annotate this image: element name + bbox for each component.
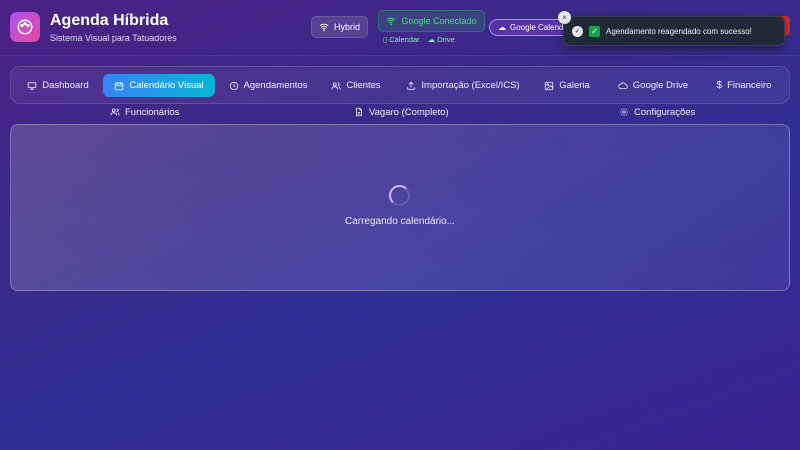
tab-clientes[interactable]: Clientes (327, 74, 385, 97)
hybrid-mode-button[interactable]: Hybrid (311, 16, 368, 38)
hybrid-mode-label: Hybrid (333, 22, 360, 32)
calendar-link-label: Calendar (389, 35, 420, 44)
clock-icon (229, 81, 238, 90)
monitor-icon (28, 81, 37, 90)
tab-label: Financeiro (727, 80, 772, 91)
tab-dashboard[interactable]: Dashboard (23, 74, 93, 97)
tab-label: Galeria (559, 80, 590, 91)
wifi-icon (319, 23, 329, 32)
users-icon (110, 108, 120, 116)
tab-google-drive[interactable]: Google Drive (613, 74, 693, 97)
dollar-icon: $ (716, 80, 723, 91)
check-circle-icon: ✓ (572, 25, 583, 37)
calendar-link[interactable]: ▯ Calendar (383, 35, 420, 44)
drive-link-label: Drive (437, 35, 455, 44)
calendar-panel (10, 124, 790, 291)
wifi-icon (387, 17, 396, 26)
tab-label: Clientes (346, 80, 381, 91)
tab-label: Calendário Visual (129, 80, 204, 91)
tab-importacao[interactable]: Importação (Excel/ICS) (403, 74, 523, 97)
users-icon (331, 81, 341, 89)
palette-icon[interactable] (10, 12, 40, 42)
cloud-icon: ☁ (498, 23, 506, 32)
tab-label: Configurações (634, 106, 696, 118)
google-calendar-label: Google Calendar (510, 23, 571, 32)
google-connected-status[interactable]: Google Conectado (378, 10, 485, 32)
tab-configuracoes[interactable]: Configurações (619, 105, 695, 119)
tab-calendario-visual[interactable]: Calendário Visual (103, 74, 215, 97)
drive-link[interactable]: ☁ Drive (428, 35, 455, 44)
file-icon (356, 107, 362, 117)
success-toast: ✓ ✓ Agendamento reagendado com sucesso! (563, 16, 785, 46)
image-icon (545, 81, 554, 90)
toast-close-button[interactable]: × (558, 11, 571, 24)
tab-funcionarios[interactable]: Funcionários (110, 105, 179, 119)
tab-label: Vagaro (Completo) (369, 106, 449, 118)
gear-icon (619, 107, 629, 117)
app-subtitle: Sistema Visual para Tatuadores (50, 33, 177, 43)
tab-label: Funcionários (125, 106, 180, 118)
google-service-links: ▯ Calendar ☁ Drive (383, 35, 455, 44)
main-nav: Dashboard Calendário Visual Agendamentos… (10, 66, 790, 104)
check-mark-icon: ✓ (589, 25, 600, 37)
app-title: Agenda Híbrida (50, 12, 169, 29)
tab-label: Dashboard (42, 80, 89, 91)
upload-icon (407, 81, 416, 90)
toast-message: Agendamento reagendado com sucesso! (606, 26, 752, 36)
cloud-icon (618, 81, 628, 89)
tab-label: Importação (Excel/ICS) (421, 80, 520, 91)
tab-agendamentos[interactable]: Agendamentos (225, 74, 311, 97)
loading-text: Carregando calendário... (344, 216, 456, 227)
tab-financeiro[interactable]: $ Financeiro (711, 74, 777, 97)
tab-label: Google Drive (632, 80, 689, 91)
tab-galeria[interactable]: Galeria (541, 74, 593, 97)
loading-spinner-icon (389, 185, 410, 206)
google-status-label: Google Conectado (401, 16, 477, 26)
tab-vagaro[interactable]: Vagaro (Completo) (354, 105, 449, 119)
tab-label: Agendamentos (243, 80, 308, 91)
calendar-icon (115, 81, 124, 90)
